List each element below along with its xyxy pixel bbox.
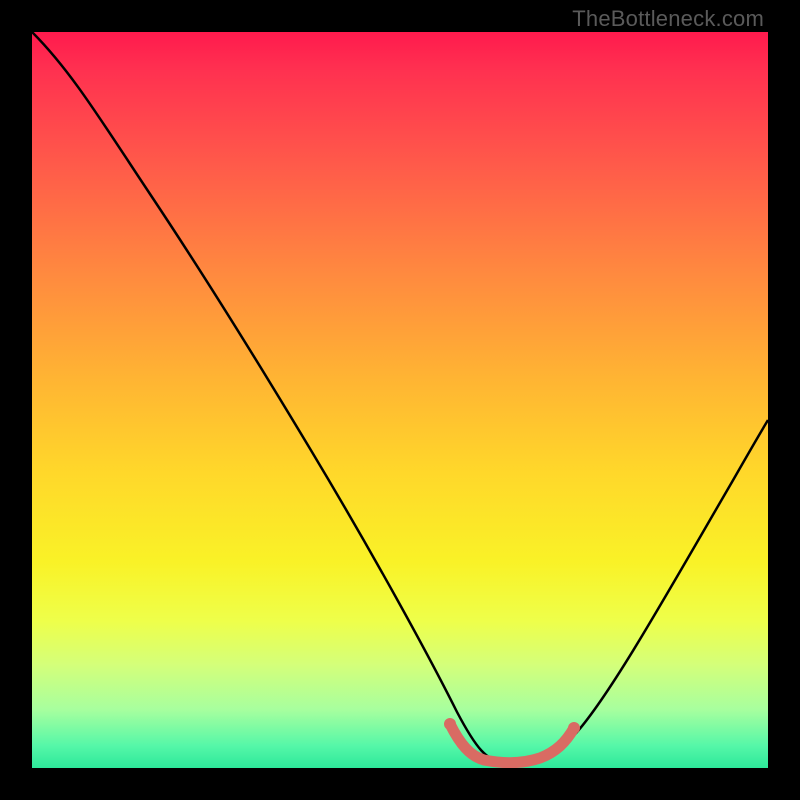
plot-area — [32, 32, 768, 768]
marker-dot-right — [568, 722, 580, 734]
watermark-label: TheBottleneck.com — [572, 6, 764, 32]
optimal-range-marker — [450, 724, 574, 763]
chart-frame: TheBottleneck.com — [0, 0, 800, 800]
marker-dot-left — [444, 718, 456, 730]
curve-layer — [32, 32, 768, 768]
bottleneck-curve — [32, 32, 768, 762]
